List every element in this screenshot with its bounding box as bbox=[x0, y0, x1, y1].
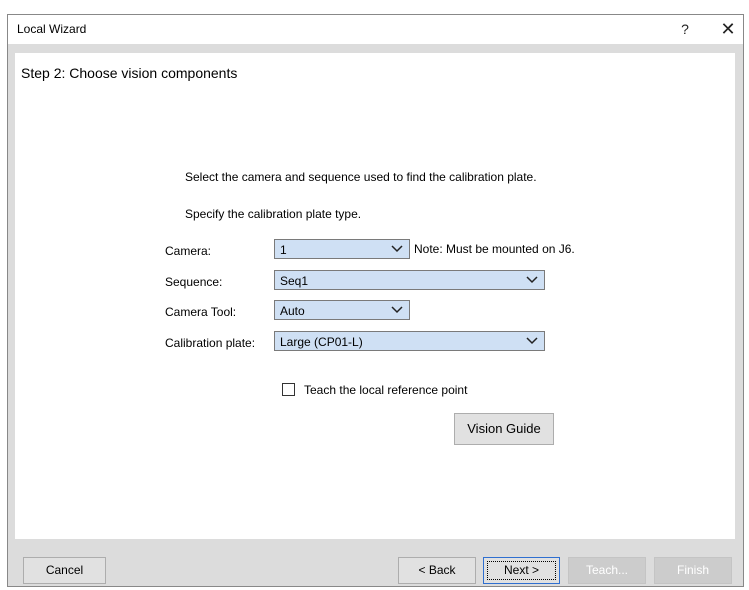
finish-button[interactable]: Finish bbox=[654, 557, 732, 584]
sequence-select-value: Seq1 bbox=[280, 274, 309, 288]
chevron-down-icon bbox=[526, 337, 538, 345]
next-button-label: Next > bbox=[503, 563, 539, 577]
camera-tool-select-value: Auto bbox=[280, 304, 305, 318]
instruction-camera-sequence: Select the camera and sequence used to f… bbox=[185, 170, 537, 184]
chevron-down-icon bbox=[391, 306, 403, 314]
camera-note: Note: Must be mounted on J6. bbox=[414, 242, 575, 256]
title-bar: Local Wizard ? ✕ bbox=[8, 15, 743, 44]
close-button[interactable]: ✕ bbox=[715, 17, 741, 41]
camera-select[interactable]: 1 bbox=[274, 239, 410, 259]
chevron-down-icon bbox=[391, 245, 403, 253]
chevron-down-icon bbox=[526, 276, 538, 284]
next-button[interactable]: Next > bbox=[483, 557, 560, 584]
calibration-plate-label: Calibration plate: bbox=[165, 336, 256, 350]
sequence-label: Sequence: bbox=[165, 275, 223, 289]
local-wizard-dialog: Local Wizard ? ✕ Step 2: Choose vision c… bbox=[7, 14, 744, 587]
cancel-button-label: Cancel bbox=[45, 563, 84, 577]
step-title: Step 2: Choose vision components bbox=[21, 65, 238, 81]
calibration-plate-select[interactable]: Large (CP01-L) bbox=[274, 331, 545, 351]
teach-reference-label[interactable]: Teach the local reference point bbox=[304, 383, 467, 397]
camera-label: Camera: bbox=[165, 244, 212, 258]
teach-button-label: Teach... bbox=[585, 563, 629, 577]
camera-tool-select[interactable]: Auto bbox=[274, 300, 410, 320]
help-button[interactable]: ? bbox=[672, 17, 698, 41]
finish-button-label: Finish bbox=[676, 563, 709, 577]
back-button[interactable]: < Back bbox=[398, 557, 476, 584]
cancel-button[interactable]: Cancel bbox=[23, 557, 106, 584]
vision-guide-button[interactable]: Vision Guide bbox=[454, 413, 554, 445]
camera-select-value: 1 bbox=[280, 243, 287, 257]
back-button-label: < Back bbox=[418, 563, 456, 577]
wizard-content-panel: Step 2: Choose vision components Select … bbox=[15, 53, 735, 539]
calibration-plate-select-value: Large (CP01-L) bbox=[280, 335, 363, 349]
window-title: Local Wizard bbox=[17, 22, 87, 36]
instruction-plate-type: Specify the calibration plate type. bbox=[185, 207, 362, 221]
camera-tool-label: Camera Tool: bbox=[165, 305, 237, 319]
teach-reference-checkbox[interactable] bbox=[282, 383, 295, 396]
sequence-select[interactable]: Seq1 bbox=[274, 270, 545, 290]
teach-button[interactable]: Teach... bbox=[568, 557, 646, 584]
